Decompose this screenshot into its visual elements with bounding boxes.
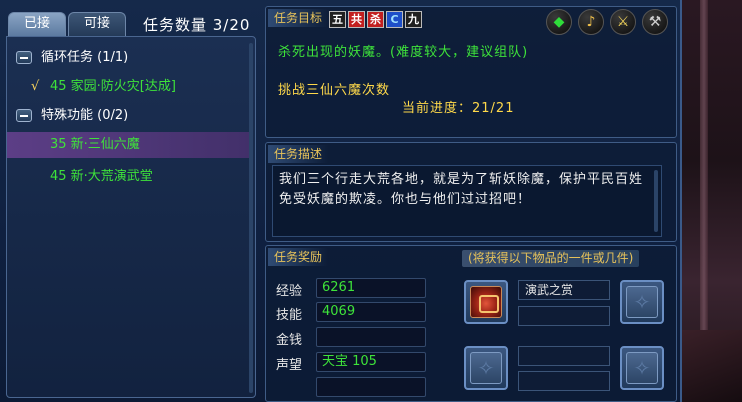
- goal-title: 任务目标: [268, 9, 329, 27]
- description-scrollbar[interactable]: [654, 170, 658, 232]
- description-box: 我们三个行走大荒各地，就是为了斩妖除魔，保护平民百姓免受妖魔的欺凌。你也与他们过…: [272, 165, 662, 237]
- reward-section: 任务奖励 (将获得以下物品的一件或几件) 经验 6261 技能 4069 金钱 …: [265, 245, 677, 402]
- quest-item[interactable]: √ 45 家园·防火灾[达成]: [7, 74, 251, 100]
- reward-item-name: 演武之赏: [518, 280, 610, 300]
- reward-item-slot-empty[interactable]: [620, 280, 664, 324]
- quest-list: 循环任务 (1/1) √ 45 家园·防火灾[达成] 特殊功能 (0/2) 35…: [6, 36, 256, 398]
- goal-tag-icons: 五 共 杀 C 九: [329, 11, 422, 28]
- kill-icon: 杀: [367, 11, 384, 28]
- reward-value: [316, 327, 426, 347]
- collapse-icon[interactable]: [16, 51, 32, 64]
- chest-icon: [470, 286, 502, 318]
- empty-slot-icon: [626, 352, 658, 384]
- five-icon: 五: [329, 11, 346, 28]
- collapse-icon[interactable]: [16, 109, 32, 122]
- goal-challenge: 挑战三仙六魔次数: [278, 83, 391, 98]
- description-section: 任务描述 我们三个行走大荒各地，就是为了斩妖除魔，保护平民百姓免受妖魔的欺凌。你…: [265, 142, 677, 242]
- empty-slot-icon: [626, 286, 658, 318]
- empty-slot-icon: [470, 352, 502, 384]
- reward-item-name-empty: [518, 346, 610, 366]
- reward-item-slot[interactable]: [464, 280, 508, 324]
- quest-label: 45 新·大荒演武堂: [50, 169, 153, 184]
- quest-count: 任务数量 3/20: [143, 16, 251, 34]
- reward-item-name-empty: [518, 306, 610, 326]
- goal-section: 任务目标 五 共 杀 C 九 ◆ ♪ ⚔ ⚒ 杀死出现的妖魔。(难度较大，建议组…: [265, 6, 677, 138]
- gem-icon: ◆: [553, 14, 565, 30]
- game-background: [682, 0, 742, 402]
- list-scrollbar[interactable]: [249, 43, 253, 393]
- sound-button[interactable]: ♪: [578, 9, 604, 35]
- tool-buttons: ◆ ♪ ⚔ ⚒: [546, 9, 668, 35]
- background-decor: [682, 330, 742, 402]
- reward-item-slot-empty[interactable]: [620, 346, 664, 390]
- group-label: 特殊功能 (0/2): [41, 108, 129, 123]
- quest-group-special[interactable]: 特殊功能 (0/2): [7, 103, 251, 129]
- nine-icon: 九: [405, 11, 422, 28]
- goal-text: 杀死出现的妖魔。(难度较大，建议组队): [278, 45, 529, 60]
- speaker-icon: ♪: [586, 14, 596, 30]
- quest-item-selected[interactable]: 35 新·三仙六魔: [7, 132, 251, 158]
- reward-note: (将获得以下物品的一件或几件): [462, 250, 640, 267]
- quest-label: 35 新·三仙六魔: [50, 137, 140, 152]
- tab-available[interactable]: 可接: [68, 12, 126, 36]
- check-icon: √: [31, 79, 40, 94]
- group-label: 循环任务 (1/1): [41, 50, 129, 65]
- reward-label: 经验: [276, 284, 303, 299]
- description-title: 任务描述: [268, 145, 329, 163]
- quest-label: 45 家园·防火灾[达成]: [50, 79, 176, 94]
- reward-value: 天宝 105: [316, 352, 426, 372]
- gem-button[interactable]: ◆: [546, 9, 572, 35]
- hammer-icon: ⚒: [648, 14, 662, 30]
- reward-label: 声望: [276, 358, 303, 373]
- reward-value: 6261: [316, 278, 426, 298]
- reward-item-slot-empty[interactable]: [464, 346, 508, 390]
- hammer-button[interactable]: ⚒: [642, 9, 668, 35]
- repeat-icon: C: [386, 11, 403, 28]
- quest-tabs: 已接 可接: [8, 12, 126, 36]
- reward-title: 任务奖励: [268, 248, 329, 266]
- reward-label: 技能: [276, 308, 303, 323]
- goal-progress: 当前进度：21/21: [402, 101, 515, 116]
- quest-item[interactable]: 45 新·大荒演武堂: [7, 164, 251, 190]
- reward-value: [316, 377, 426, 397]
- quest-group-cyclic[interactable]: 循环任务 (1/1): [7, 45, 251, 71]
- reward-value: 4069: [316, 302, 426, 322]
- tab-accepted[interactable]: 已接: [8, 12, 66, 36]
- shared-icon: 共: [348, 11, 365, 28]
- sword-button[interactable]: ⚔: [610, 9, 636, 35]
- description-text: 我们三个行走大荒各地，就是为了斩妖除魔，保护平民百姓免受妖魔的欺凌。你也与他们过…: [279, 172, 644, 207]
- reward-label: 金钱: [276, 333, 303, 348]
- sword-icon: ⚔: [616, 14, 630, 30]
- reward-item-name-empty: [518, 371, 610, 391]
